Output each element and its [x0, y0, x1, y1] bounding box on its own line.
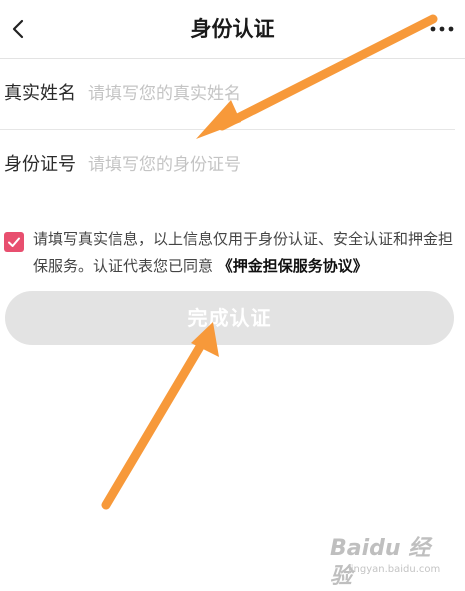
top-navigation-bar: 身份认证: [0, 0, 465, 59]
id-number-label: 身份证号: [4, 154, 76, 175]
real-name-label: 真实姓名: [4, 83, 76, 104]
agreement-link[interactable]: 《押金担保服务协议》: [218, 257, 368, 275]
more-button[interactable]: [427, 14, 457, 44]
real-name-input[interactable]: [88, 79, 388, 109]
id-number-row: 身份证号: [0, 130, 465, 200]
watermark-site: jingyan.baidu.com: [348, 564, 441, 575]
real-name-row: 真实姓名: [0, 59, 455, 130]
baidu-jingyan-watermark: Baidu 经验 jingyan.baidu.com: [330, 535, 450, 589]
page-title: 身份认证: [190, 17, 275, 41]
agreement-checkbox[interactable]: [4, 232, 24, 252]
checkmark-icon: [8, 237, 20, 247]
annotation-arrow-bottom: [101, 322, 219, 510]
complete-verification-button[interactable]: 完成认证: [5, 291, 454, 345]
more-dots-icon: [430, 26, 454, 32]
id-number-input[interactable]: [88, 150, 388, 180]
agreement-text: 请填写真实信息，以上信息仅用于身份认证、安全认证和押金担保服务。认证代表您已同意…: [33, 226, 453, 280]
